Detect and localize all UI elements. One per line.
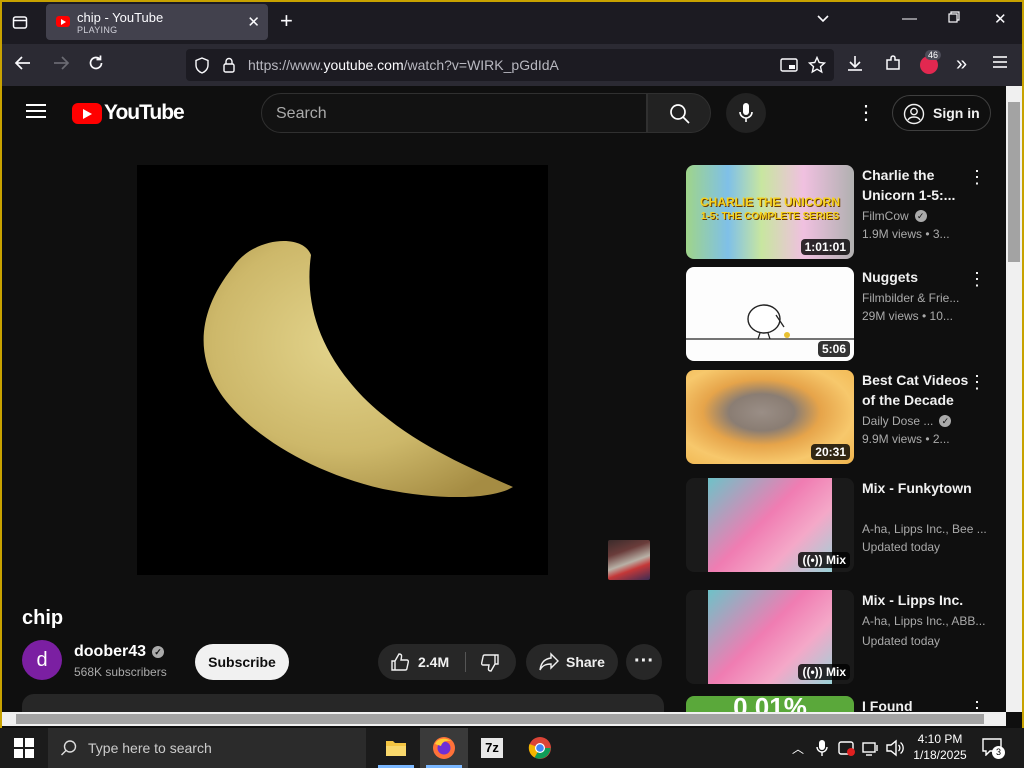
- clock-time: 4:10 PM: [917, 732, 963, 746]
- taskbar-search-placeholder: Type here to search: [88, 740, 212, 756]
- clock-date: 1/18/2025: [913, 748, 967, 762]
- 7zip-label: 7z: [481, 738, 503, 758]
- volume-icon[interactable]: [886, 739, 904, 762]
- show-hidden-icons-chevron-icon[interactable]: ︿: [792, 740, 804, 757]
- windows-start-icon[interactable]: [14, 738, 34, 758]
- notification-center-icon[interactable]: 3: [982, 738, 1005, 759]
- security-tray-icon[interactable]: [838, 739, 856, 762]
- firefox-icon[interactable]: [420, 728, 468, 768]
- file-explorer-icon[interactable]: [372, 728, 420, 768]
- microphone-tray-icon[interactable]: [816, 739, 828, 762]
- taskbar-clock[interactable]: 4:10 PM 1/18/2025: [912, 731, 968, 763]
- chrome-icon[interactable]: [516, 728, 564, 768]
- taskbar-search-box[interactable]: Type here to search: [48, 728, 366, 768]
- network-icon[interactable]: [862, 739, 880, 762]
- 7zip-icon[interactable]: 7z: [468, 728, 516, 768]
- windows-taskbar: Type here to search 7z ︿ 4:10 PM 1/18/20…: [0, 728, 1024, 768]
- notification-count-badge: 3: [992, 746, 1005, 759]
- search-icon: [61, 740, 77, 756]
- window-frame: [0, 0, 1024, 768]
